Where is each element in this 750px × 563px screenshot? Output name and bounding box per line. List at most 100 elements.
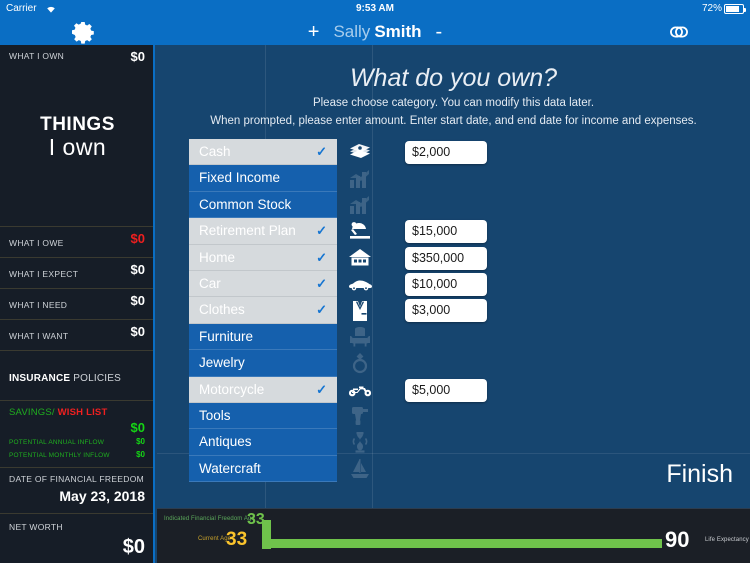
category-row: [343, 403, 703, 429]
what-i-owe-amount: $0: [130, 231, 145, 246]
what-i-want-amount: $0: [130, 324, 145, 339]
amount-input[interactable]: $350,000: [405, 246, 487, 270]
amount-input[interactable]: $10,000: [405, 272, 487, 296]
dropdown-item-jewelry[interactable]: Jewelry: [189, 350, 337, 377]
dropdown-item-car[interactable]: Car ✓: [189, 270, 337, 298]
dropdown-item-label: Watercraft: [199, 460, 261, 476]
dropdown-item-label: Motorcycle: [199, 381, 265, 397]
status-bar: Carrier 9:53 AM 72%: [0, 0, 750, 18]
category-row: [343, 324, 703, 350]
potential-annual-inflow-label: POTENTIAL ANNUAL INFLOW: [9, 439, 105, 446]
remove-profile-button[interactable]: -: [432, 22, 447, 42]
dropdown-item-label: Clothes: [199, 302, 245, 318]
car-icon: [343, 271, 377, 297]
sidebar-item-financial-freedom-date[interactable]: DATE OF FINANCIAL FREEDOM May 23, 2018: [0, 468, 153, 514]
what-i-expect-amount: $0: [130, 262, 145, 277]
category-row: $15,000: [343, 218, 703, 244]
sidebar: WHAT I OWN $0 THINGS I own WHAT I OWE $0…: [0, 45, 155, 563]
dropdown-item-fixed-income[interactable]: Fixed Income: [189, 165, 337, 192]
dropdown-item-label: Common Stock: [199, 196, 292, 212]
page-subtitle-2: When prompted, please enter amount. Ente…: [210, 115, 697, 127]
savings-label: SAVINGS/: [9, 407, 55, 418]
dropdown-item-common-stock[interactable]: Common Stock: [189, 192, 337, 219]
profile-selector: + Sally Smith -: [0, 18, 750, 45]
what-i-need-label: WHAT I NEED: [9, 300, 68, 310]
main-content: What do you own? Please choose category.…: [157, 45, 750, 508]
category-row: $3,000: [343, 297, 703, 323]
amount-input[interactable]: $3,000: [405, 299, 487, 323]
dropdown-item-retirement-plan[interactable]: Retirement Plan ✓: [189, 218, 337, 245]
insurance-policies-label: INSURANCE POLICIES: [9, 373, 121, 384]
sidebar-item-net-worth[interactable]: NET WORTH $0: [0, 514, 153, 563]
wishlist-label: WISH LIST: [57, 407, 108, 418]
antique-vase-icon: [343, 429, 377, 455]
what-i-expect-label: WHAT I EXPECT: [9, 269, 79, 279]
amount-input[interactable]: $15,000: [405, 220, 487, 244]
current-age-value: 33: [226, 529, 248, 550]
category-row: $10,000: [343, 271, 703, 297]
dropdown-item-watercraft[interactable]: Watercraft: [189, 456, 337, 483]
amount-input[interactable]: $5,000: [405, 378, 487, 402]
check-icon: ✓: [316, 381, 327, 397]
sailboat-icon: [343, 456, 377, 482]
suit-jacket-icon: [343, 297, 377, 323]
dropdown-item-clothes[interactable]: Clothes ✓: [189, 297, 337, 324]
house-icon: [343, 245, 377, 271]
power-drill-icon: [343, 403, 377, 429]
what-i-owe-label: WHAT I OWE: [9, 238, 64, 248]
dropdown-item-tools[interactable]: Tools: [189, 403, 337, 430]
add-profile-button[interactable]: +: [304, 22, 324, 42]
dropdown-item-cash[interactable]: Cash ✓: [189, 139, 337, 166]
category-row: $350,000: [343, 245, 703, 271]
sidebar-item-what-i-own[interactable]: WHAT I OWN $0 THINGS I own: [0, 45, 153, 227]
page-title: What do you own?: [349, 64, 558, 92]
category-row: [343, 350, 703, 376]
category-rows: $2,000 $15,000 $350,000 $10,000 $3,000 $5,000: [343, 139, 703, 482]
dropdown-item-label: Retirement Plan: [199, 223, 296, 239]
what-i-own-label: WHAT I OWN: [9, 51, 65, 61]
net-worth-value: $0: [122, 536, 145, 558]
profile-last-name: Smith: [374, 21, 422, 41]
check-icon: ✓: [316, 302, 327, 318]
net-worth-label: NET WORTH: [9, 522, 63, 532]
category-row: [343, 192, 703, 218]
age-timeline: Indicated Financial Freedom Age 33 Curre…: [157, 508, 750, 563]
sidebar-item-what-i-need[interactable]: WHAT I NEED $0: [0, 289, 153, 320]
dropdown-item-home[interactable]: Home ✓: [189, 244, 337, 271]
timeline-progress-bar[interactable]: [262, 539, 662, 548]
dropdown-item-label: Furniture: [199, 328, 254, 344]
sidebar-item-insurance-policies[interactable]: INSURANCE POLICIES: [0, 351, 153, 401]
profile-first-name: Sally: [333, 21, 371, 41]
check-icon: ✓: [316, 275, 327, 291]
category-row: $2,000: [343, 139, 703, 165]
timeline-top-divider: [157, 508, 750, 509]
sidebar-item-what-i-owe[interactable]: WHAT I OWE $0: [0, 227, 153, 258]
dropdown-item-label: Car: [199, 275, 221, 291]
link-icon[interactable]: [664, 21, 692, 43]
hero-line-1: THINGS: [40, 114, 115, 135]
amount-input[interactable]: $2,000: [405, 141, 487, 164]
sidebar-item-savings-wishlist[interactable]: SAVINGS/ WISH LIST $0 POTENTIAL ANNUAL I…: [0, 401, 153, 468]
financial-freedom-date-value: May 23, 2018: [59, 488, 145, 504]
life-expectancy-value: 90: [665, 527, 690, 552]
page-subtitle-1: Please choose category. You can modify t…: [312, 97, 595, 109]
status-time: 9:53 AM: [356, 3, 394, 14]
category-row: [343, 165, 703, 191]
dropdown-item-furniture[interactable]: Furniture: [189, 324, 337, 351]
dropdown-item-antiques[interactable]: Antiques: [189, 429, 337, 456]
sidebar-item-what-i-expect[interactable]: WHAT I EXPECT $0: [0, 258, 153, 289]
what-i-need-amount: $0: [130, 293, 145, 308]
finish-button[interactable]: Finish: [666, 460, 733, 489]
bar-chart-up-icon: [343, 165, 377, 191]
dropdown-item-label: Home: [199, 249, 236, 265]
sidebar-item-what-i-want[interactable]: WHAT I WANT $0: [0, 320, 153, 351]
insurance-normal-text: POLICIES: [70, 373, 121, 384]
battery-icon: [724, 4, 746, 14]
category-dropdown-list[interactable]: Cash ✓ Fixed Income Common Stock Retirement …: [189, 139, 337, 483]
check-icon: ✓: [316, 223, 327, 239]
hero-line-2: I own: [48, 134, 107, 160]
dropdown-item-motorcycle[interactable]: Motorcycle ✓: [189, 376, 337, 403]
profile-name: Sally Smith: [333, 22, 421, 42]
savings-amount: $0: [130, 420, 145, 435]
category-row: $5,000: [343, 377, 703, 403]
